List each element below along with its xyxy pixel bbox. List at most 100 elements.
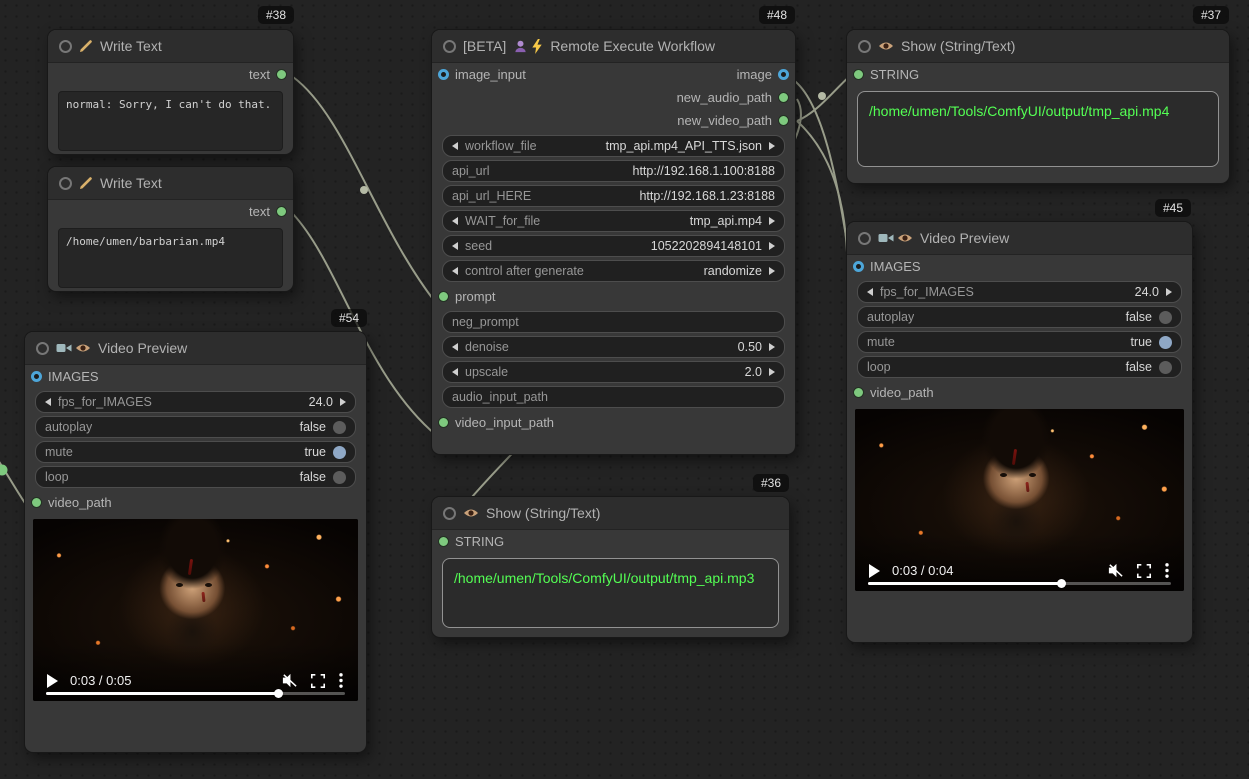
input-label-image-input: image_input — [455, 67, 526, 82]
collapse-toggle[interactable] — [59, 40, 72, 53]
collapse-toggle[interactable] — [858, 232, 871, 245]
loop-toggle[interactable]: loop false — [35, 466, 356, 488]
node-remote-execute-workflow[interactable]: [BETA] Remote Execute Workflow image_inp… — [432, 30, 795, 454]
toggle-knob[interactable] — [1159, 311, 1172, 324]
input-port-string[interactable] — [853, 69, 864, 80]
muted-speaker-icon[interactable] — [1107, 562, 1124, 579]
autoplay-toggle[interactable]: autoplay false — [857, 306, 1182, 328]
decrement-arrow-icon[interactable] — [45, 398, 51, 406]
widget-label: workflow_file — [465, 139, 537, 153]
input-port-string[interactable] — [438, 536, 449, 547]
artist-lightning-icon — [513, 39, 543, 54]
decrement-arrow-icon[interactable] — [452, 142, 458, 150]
string-display-box[interactable]: /home/umen/Tools/ComfyUI/output/tmp_api.… — [442, 558, 779, 628]
video-progress-bar[interactable] — [46, 692, 345, 695]
play-button[interactable] — [869, 564, 880, 578]
toggle-knob[interactable] — [1159, 361, 1172, 374]
kebab-menu-icon[interactable] — [1164, 562, 1170, 579]
text-widget[interactable]: normal: Sorry, I can't do that. — [58, 91, 283, 151]
fps-widget[interactable]: fps_for_IMAGES 24.0 — [857, 281, 1182, 303]
neg-prompt-widget[interactable]: neg_prompt — [442, 311, 785, 333]
wait-for-file-widget[interactable]: WAIT_for_file tmp_api.mp4 — [442, 210, 785, 232]
input-port-video-input-path[interactable] — [438, 417, 449, 428]
node-video-preview-54[interactable]: Video Preview IMAGES fps_for_IMAGES 24.0… — [25, 332, 366, 752]
collapse-toggle[interactable] — [36, 342, 49, 355]
decrement-arrow-icon[interactable] — [452, 343, 458, 351]
video-player[interactable]: 0:03 / 0:05 — [33, 519, 358, 701]
audio-input-path-widget[interactable]: audio_input_path — [442, 386, 785, 408]
loop-toggle[interactable]: loop false — [857, 356, 1182, 378]
workflow-file-widget[interactable]: workflow_file tmp_api.mp4_API_TTS.json — [442, 135, 785, 157]
fps-widget[interactable]: fps_for_IMAGES 24.0 — [35, 391, 356, 413]
widget-value: 0.50 — [730, 340, 762, 354]
node-show-string-36[interactable]: Show (String/Text) STRING /home/umen/Too… — [432, 497, 789, 637]
decrement-arrow-icon[interactable] — [452, 242, 458, 250]
increment-arrow-icon[interactable] — [769, 343, 775, 351]
input-port-prompt[interactable] — [438, 291, 449, 302]
widget-value: 24.0 — [301, 395, 333, 409]
toggle-knob[interactable] — [333, 421, 346, 434]
kebab-menu-icon[interactable] — [338, 672, 344, 689]
increment-arrow-icon[interactable] — [1166, 288, 1172, 296]
decrement-arrow-icon[interactable] — [452, 217, 458, 225]
output-port-text[interactable] — [276, 206, 287, 217]
muted-speaker-icon[interactable] — [281, 672, 298, 689]
video-progress-knob[interactable] — [1057, 579, 1066, 588]
node-title-bar[interactable]: Show (String/Text) — [847, 30, 1229, 63]
api-url-here-widget[interactable]: api_url_HERE http://192.168.1.23:8188 — [442, 185, 785, 207]
decrement-arrow-icon[interactable] — [452, 368, 458, 376]
input-port-video-path[interactable] — [31, 497, 42, 508]
denoise-widget[interactable]: denoise 0.50 — [442, 336, 785, 358]
output-port-new-video-path[interactable] — [778, 115, 789, 126]
autoplay-toggle[interactable]: autoplay false — [35, 416, 356, 438]
output-port-image[interactable] — [778, 69, 789, 80]
node-title-bar[interactable]: Video Preview — [25, 332, 366, 365]
node-title-bar[interactable]: Video Preview — [847, 222, 1192, 255]
node-write-text-2[interactable]: Write Text text /home/umen/barbarian.mp4 — [48, 167, 293, 291]
increment-arrow-icon[interactable] — [769, 217, 775, 225]
mute-toggle[interactable]: mute true — [857, 331, 1182, 353]
widget-label: fps_for_IMAGES — [58, 395, 152, 409]
decrement-arrow-icon[interactable] — [452, 267, 458, 275]
decrement-arrow-icon[interactable] — [867, 288, 873, 296]
control-after-generate-widget[interactable]: control after generate randomize — [442, 260, 785, 282]
increment-arrow-icon[interactable] — [769, 242, 775, 250]
node-video-preview-45[interactable]: Video Preview IMAGES fps_for_IMAGES 24.0… — [847, 222, 1192, 642]
text-widget[interactable]: /home/umen/barbarian.mp4 — [58, 228, 283, 288]
node-show-string-37[interactable]: Show (String/Text) STRING /home/umen/Too… — [847, 30, 1229, 183]
output-port-new-audio-path[interactable] — [778, 92, 789, 103]
widget-value: true — [1122, 335, 1152, 349]
increment-arrow-icon[interactable] — [769, 368, 775, 376]
api-url-widget[interactable]: api_url http://192.168.1.100:8188 — [442, 160, 785, 182]
input-port-images[interactable] — [853, 261, 864, 272]
node-title-bar[interactable]: [BETA] Remote Execute Workflow — [432, 30, 795, 63]
fullscreen-icon[interactable] — [310, 673, 326, 689]
play-button[interactable] — [47, 674, 58, 688]
node-title-bar[interactable]: Write Text — [48, 30, 293, 63]
increment-arrow-icon[interactable] — [769, 267, 775, 275]
input-port-images[interactable] — [31, 371, 42, 382]
node-write-text-1[interactable]: Write Text text normal: Sorry, I can't d… — [48, 30, 293, 154]
upscale-widget[interactable]: upscale 2.0 — [442, 361, 785, 383]
node-title-bar[interactable]: Show (String/Text) — [432, 497, 789, 530]
collapse-toggle[interactable] — [59, 177, 72, 190]
seed-widget[interactable]: seed 1052202894148101 — [442, 235, 785, 257]
increment-arrow-icon[interactable] — [769, 142, 775, 150]
mute-toggle[interactable]: mute true — [35, 441, 356, 463]
node-title-bar[interactable]: Write Text — [48, 167, 293, 200]
toggle-knob[interactable] — [333, 446, 346, 459]
toggle-knob[interactable] — [1159, 336, 1172, 349]
collapse-toggle[interactable] — [443, 507, 456, 520]
output-label-image: image — [737, 67, 772, 82]
output-port-text[interactable] — [276, 69, 287, 80]
video-progress-bar[interactable] — [868, 582, 1171, 585]
increment-arrow-icon[interactable] — [340, 398, 346, 406]
video-player[interactable]: 0:03 / 0:04 — [855, 409, 1184, 591]
input-port-video-path[interactable] — [853, 387, 864, 398]
string-display-box[interactable]: /home/umen/Tools/ComfyUI/output/tmp_api.… — [857, 91, 1219, 167]
collapse-toggle[interactable] — [858, 40, 871, 53]
fullscreen-icon[interactable] — [1136, 563, 1152, 579]
input-port-image-input[interactable] — [438, 69, 449, 80]
collapse-toggle[interactable] — [443, 40, 456, 53]
toggle-knob[interactable] — [333, 471, 346, 484]
